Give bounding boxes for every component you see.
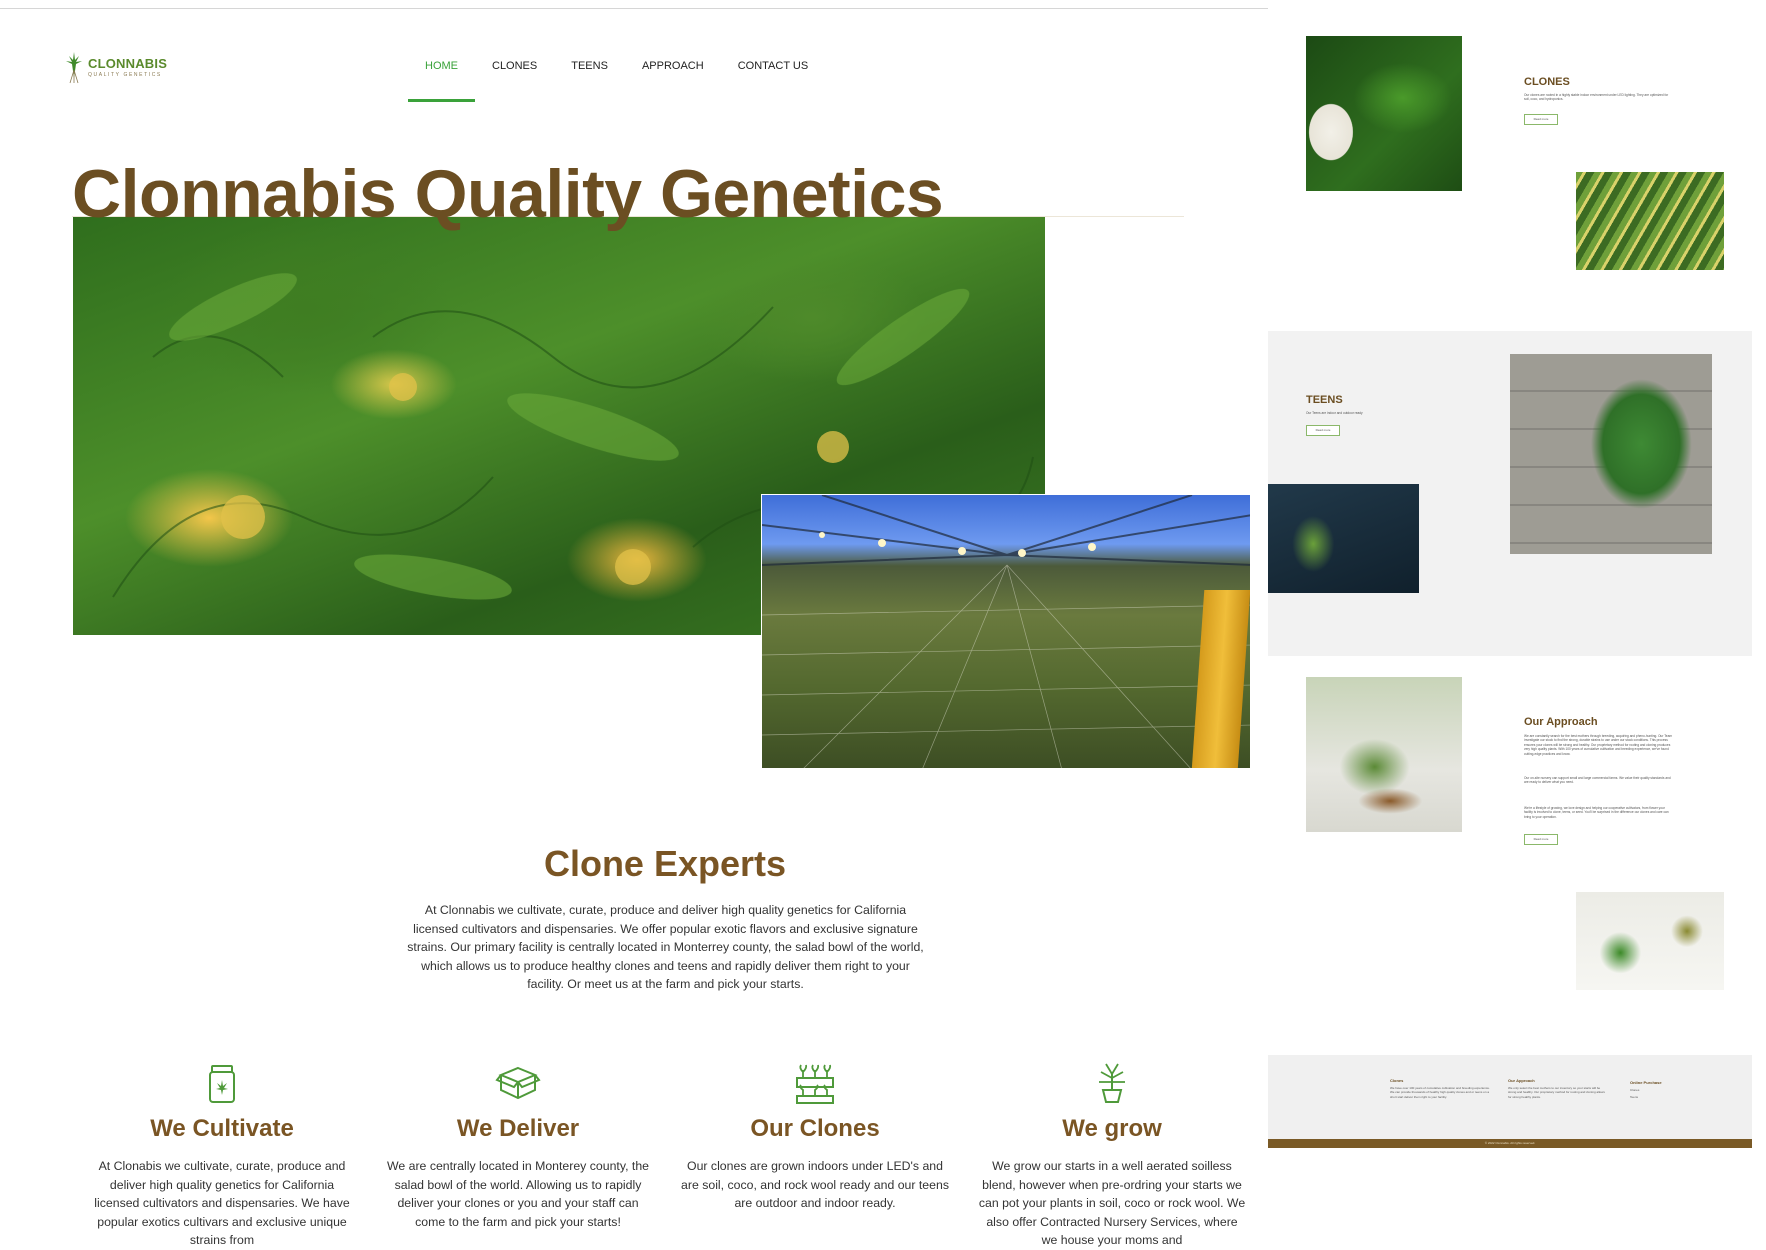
preview-clone-trays-image	[1576, 172, 1724, 270]
open-box-icon	[495, 1066, 541, 1100]
cannabis-jar-icon	[209, 1065, 235, 1103]
cannabis-leaf-logo-icon	[66, 52, 82, 84]
footer-link-teens[interactable]: Teens	[1630, 1095, 1690, 1099]
preview-oils-and-leaf-image	[1576, 892, 1724, 990]
clone-experts-body: At Clonnabis we cultivate, curate, produ…	[407, 903, 924, 991]
feature-title: Our Clones	[750, 1115, 880, 1142]
feature-title: We Deliver	[456, 1115, 580, 1142]
preview-clones-read-more-button[interactable]: Read more	[1524, 114, 1558, 125]
preview-plant-dark-background-image	[1268, 484, 1419, 593]
preview-seeds-bowl-image	[1306, 677, 1462, 832]
feature-title: We Cultivate	[150, 1115, 294, 1142]
preview-footer-col-approach: Our Approach We only select the best mot…	[1508, 1078, 1608, 1099]
preview-approach-text-1: We are constantly search for the best mo…	[1524, 734, 1673, 756]
footer-col-title: Online Purchase	[1630, 1080, 1662, 1085]
clone-experts-title: Clone Experts	[543, 843, 787, 884]
logo-name: CLONNABIS	[88, 56, 168, 71]
nav-clones[interactable]: CLONES	[475, 52, 554, 102]
feature-we-cultivate: We Cultivate At Clonabis we cultivate, c…	[88, 1060, 356, 1250]
preview-teen-plant-on-wood-image	[1510, 354, 1712, 554]
footer-col-text: We have over 100 years of cumulative cul…	[1390, 1086, 1490, 1099]
nav-contact-us[interactable]: CONTACT US	[721, 52, 826, 102]
preview-approach-text-2: Our on-site nursery can support small an…	[1524, 776, 1671, 785]
preview-footer-col-online-purchase: Online Purchase Clones Teens	[1630, 1080, 1690, 1100]
top-divider	[0, 8, 1268, 9]
footer-col-title: Our Approach	[1508, 1078, 1535, 1083]
feature-body: We grow our starts in a well aerated soi…	[978, 1159, 1246, 1247]
growing-trays-icon	[796, 1064, 834, 1104]
feature-we-grow: We grow We grow our starts in a well aer…	[978, 1060, 1246, 1250]
main-nav: HOME CLONES TEENS APPROACH CONTACT US	[408, 52, 825, 102]
preview-footer-col-clones: Clones We have over 100 years of cumulat…	[1390, 1078, 1490, 1099]
preview-gloved-hand-leaf-image	[1306, 36, 1462, 191]
feature-title: We grow	[1062, 1115, 1162, 1142]
footer-col-title: Clones	[1390, 1078, 1404, 1083]
preview-clones-title: CLONES	[1524, 76, 1570, 88]
preview-approach-read-more-button[interactable]: Read more	[1524, 834, 1558, 845]
logo[interactable]: CLONNABIS QUALITY GENETICS	[64, 50, 167, 84]
hero-title: Clonnabis Quality Genetics	[72, 156, 944, 232]
feature-our-clones: Our Clones Our clones are grown indoors …	[681, 1060, 949, 1213]
preview-teens-title: TEENS	[1306, 394, 1343, 406]
preview-teens-read-more-button[interactable]: Read more	[1306, 425, 1340, 436]
footer-col-text: We only select the best mothers to our i…	[1508, 1086, 1605, 1099]
feature-body: We are centrally located in Monterey cou…	[386, 1159, 649, 1229]
feature-body: At Clonabis we cultivate, curate, produc…	[94, 1159, 350, 1247]
preview-clones-text: Our clones are rooted in a highly stable…	[1524, 93, 1669, 102]
footer-link-clones[interactable]: Clones	[1630, 1088, 1690, 1092]
nav-home[interactable]: HOME	[408, 52, 475, 102]
preview-approach-title: Our Approach	[1524, 716, 1598, 728]
greenhouse-image	[761, 494, 1251, 769]
feature-body: Our clones are grown indoors under LED's…	[681, 1159, 949, 1210]
potted-plant-icon	[1099, 1063, 1125, 1103]
preview-teens-text: Our Teens are indoor and outdoor ready	[1306, 411, 1363, 415]
nav-teens[interactable]: TEENS	[554, 52, 625, 102]
nav-approach[interactable]: APPROACH	[625, 52, 721, 102]
preview-copyright-bar: © 2022 Clonnabis. All rights reserved.	[1268, 1139, 1752, 1148]
preview-approach-text-3: We're a lifestyle of growing, we love de…	[1524, 806, 1669, 819]
feature-we-deliver: We Deliver We are centrally located in M…	[384, 1060, 652, 1231]
logo-subtitle: QUALITY GENETICS	[88, 72, 162, 78]
